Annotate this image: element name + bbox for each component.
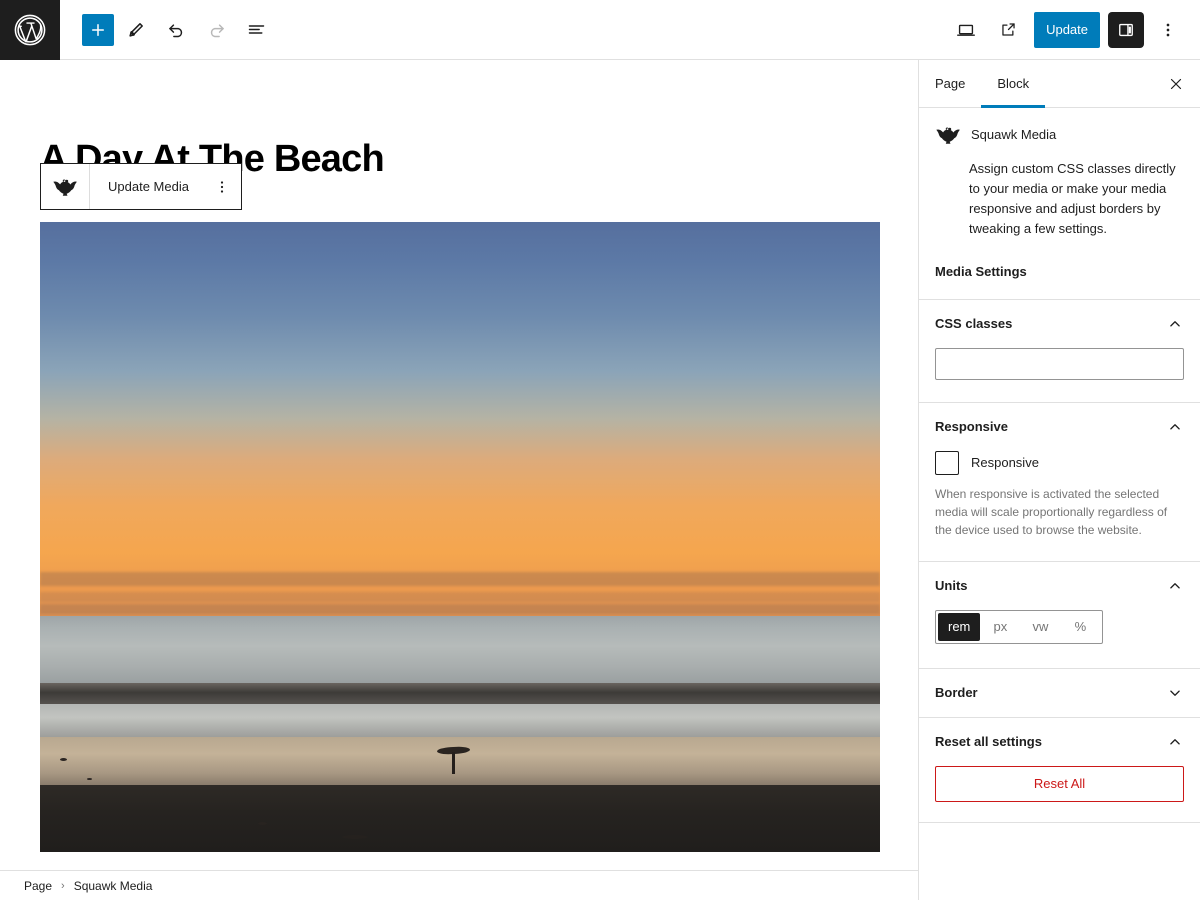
panel-divider: [919, 821, 1200, 823]
responsive-checkbox[interactable]: [935, 450, 959, 475]
breadcrumb-separator-icon: ›: [61, 879, 65, 892]
tab-page[interactable]: Page: [919, 60, 981, 107]
preview-button[interactable]: [948, 12, 984, 48]
unit-option-vw[interactable]: vw: [1020, 613, 1060, 641]
panel-title: Reset all settings: [935, 734, 1042, 750]
chevron-up-icon[interactable]: [1166, 315, 1184, 333]
view-page-button[interactable]: [990, 12, 1026, 48]
tab-block[interactable]: Block: [981, 60, 1045, 108]
top-bar-left-tools: [60, 12, 274, 48]
units-segmented-control: rem px vw %: [935, 609, 1104, 644]
panel-border: Border: [919, 669, 1200, 717]
editor-canvas: A Day At The Beach Update Media: [0, 60, 918, 870]
chevron-up-icon[interactable]: [1166, 418, 1184, 436]
beach-sunset-photo: [40, 222, 880, 852]
top-bar-right-tools: Update: [948, 11, 1200, 48]
media-settings-heading: Media Settings: [935, 263, 1027, 279]
block-description: Assign custom CSS classes directly to yo…: [969, 161, 1176, 237]
unit-option-px[interactable]: px: [980, 613, 1020, 641]
sidebar-tabs: Page Block: [919, 60, 1200, 108]
css-classes-input[interactable]: [935, 347, 1184, 380]
panel-responsive: Responsive Responsive When responsive is…: [919, 403, 1200, 539]
chevron-down-icon[interactable]: [1166, 684, 1184, 702]
block-options-kebab-menu-button[interactable]: [203, 164, 241, 209]
edit-tool-button[interactable]: [118, 12, 154, 48]
panel-reset-header[interactable]: Reset all settings: [935, 718, 1184, 766]
settings-sidebar-toggle[interactable]: [1108, 11, 1144, 48]
redo-button[interactable]: [198, 12, 234, 48]
unit-option-percent[interactable]: %: [1060, 613, 1100, 641]
update-button[interactable]: Update: [1034, 11, 1100, 48]
block-toolbar: Update Media: [40, 163, 242, 210]
add-block-button[interactable]: [82, 13, 114, 46]
panel-responsive-header[interactable]: Responsive: [935, 403, 1184, 451]
editor-top-bar: Update: [0, 0, 1200, 60]
responsive-checkbox-row: Responsive: [935, 450, 1184, 475]
update-media-button[interactable]: Update Media: [90, 164, 203, 209]
panel-title: Responsive: [935, 419, 1008, 435]
panel-css-classes: CSS classes: [919, 300, 1200, 402]
undo-button[interactable]: [158, 12, 194, 48]
chevron-up-icon[interactable]: [1166, 577, 1184, 595]
block-card: Squawk Media Assign custom CSS classes d…: [919, 108, 1200, 240]
breadcrumb-item-block[interactable]: Squawk Media: [74, 879, 153, 893]
reset-all-button[interactable]: Reset All: [935, 765, 1184, 802]
block-name: Squawk Media: [971, 127, 1057, 142]
document-overview-button[interactable]: [238, 12, 274, 48]
panel-units: Units rem px vw %: [919, 562, 1200, 668]
media-image-block[interactable]: [40, 222, 880, 852]
panel-title: CSS classes: [935, 316, 1013, 332]
unit-option-rem[interactable]: rem: [938, 612, 981, 641]
responsive-help-text: When responsive is activated the selecte…: [935, 486, 1168, 537]
panel-border-header[interactable]: Border: [935, 669, 1184, 717]
breadcrumb-item-page[interactable]: Page: [24, 879, 52, 893]
squawk-bird-icon[interactable]: [41, 164, 90, 209]
panel-units-header[interactable]: Units: [935, 562, 1184, 610]
breadcrumb: Page › Squawk Media: [0, 870, 918, 900]
panel-title: Units: [935, 578, 968, 594]
wordpress-logo-icon[interactable]: [0, 0, 60, 60]
settings-sidebar: Page Block Squawk Media Assign custom CS…: [918, 60, 1200, 900]
panel-reset-all-settings: Reset all settings Reset All: [919, 718, 1200, 822]
squawk-bird-icon: [935, 124, 961, 151]
panel-title: Border: [935, 685, 978, 701]
chevron-up-icon[interactable]: [1166, 733, 1184, 751]
beach-debris-specks: [40, 222, 880, 852]
panel-css-classes-header[interactable]: CSS classes: [935, 300, 1184, 348]
close-x-icon[interactable]: [1152, 60, 1200, 107]
responsive-checkbox-label: Responsive: [971, 455, 1039, 471]
options-menu-button[interactable]: [1150, 12, 1186, 48]
